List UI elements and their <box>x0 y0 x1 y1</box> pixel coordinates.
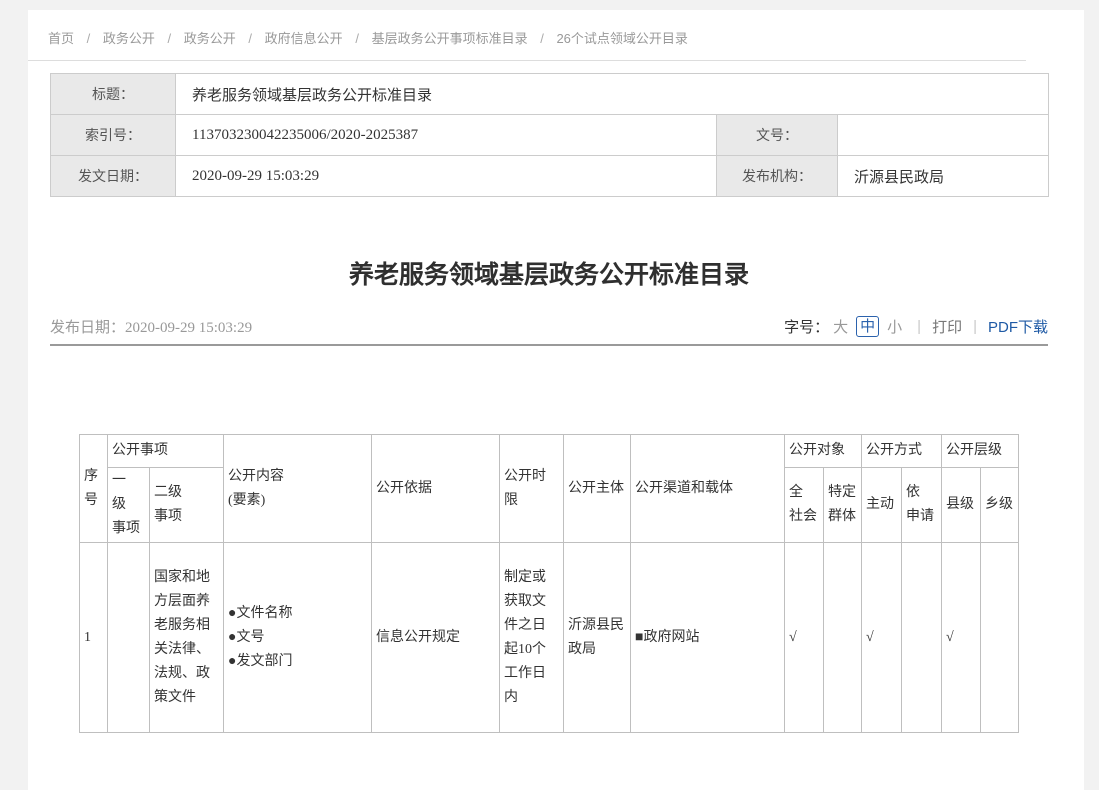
meta-value-docnum <box>838 115 1049 156</box>
col-header-item-group: 公开事项 <box>108 435 224 468</box>
cell-county: √ <box>942 543 981 733</box>
meta-label-index: 索引号： <box>51 115 176 156</box>
breadcrumb: 首页 / 政务公开 / 政务公开 / 政府信息公开 / 基层政务公开事项标准目录… <box>28 10 1026 61</box>
pdf-download-link[interactable]: PDF下载 <box>988 316 1048 337</box>
cell-level2: 国家和地方层面养老服务相关法律、法规、政策文件 <box>150 543 224 733</box>
meta-row-date: 发文日期： 2020-09-29 15:03:29 发布机构： 沂源县民政局 <box>51 156 1049 197</box>
meta-label-docnum: 文号： <box>717 115 838 156</box>
col-header-proactive: 主动 <box>862 468 902 543</box>
publish-date: 发布日期：2020-09-29 15:03:29 <box>50 316 252 337</box>
font-size-label: 字号： <box>784 316 829 337</box>
cell-on-request <box>902 543 942 733</box>
col-header-township: 乡级 <box>981 468 1019 543</box>
col-header-on-request: 依 申请 <box>902 468 942 543</box>
breadcrumb-link-pilot-catalog[interactable]: 26个试点领域公开目录 <box>556 31 687 46</box>
col-header-subject: 公开主体 <box>564 435 631 543</box>
font-size-small-button[interactable]: 小 <box>887 316 902 337</box>
meta-value-agency: 沂源县民政局 <box>838 156 1049 197</box>
breadcrumb-link-info-disclosure[interactable]: 政府信息公开 <box>265 31 343 46</box>
meta-label-agency: 发布机构： <box>717 156 838 197</box>
cell-proactive: √ <box>862 543 902 733</box>
cell-all-society: √ <box>785 543 824 733</box>
breadcrumb-link-home[interactable]: 首页 <box>48 31 74 46</box>
col-header-content: 公开内容 (要素) <box>224 435 372 543</box>
cell-specific-group <box>824 543 862 733</box>
col-header-channel: 公开渠道和载体 <box>631 435 785 543</box>
meta-row-title: 标题： 养老服务领域基层政务公开标准目录 <box>51 74 1049 115</box>
col-header-specific-group: 特定 群体 <box>824 468 862 543</box>
cell-time-limit: 制定或获取文件之日起10个工作日内 <box>500 543 564 733</box>
breadcrumb-separator: / <box>540 31 544 46</box>
breadcrumb-separator: / <box>87 31 91 46</box>
col-header-basis: 公开依据 <box>372 435 500 543</box>
meta-label-title: 标题： <box>51 74 176 115</box>
toolbar-divider: | <box>917 318 921 335</box>
col-header-method-group: 公开方式 <box>862 435 942 468</box>
col-header-level1: 一 级 事项 <box>108 468 150 543</box>
toolbar-divider: | <box>973 318 977 335</box>
cell-channel: ■政府网站 <box>631 543 785 733</box>
col-header-level-group: 公开层级 <box>942 435 1019 468</box>
font-size-medium-button[interactable]: 中 <box>856 316 879 337</box>
breadcrumb-separator: / <box>248 31 252 46</box>
meta-row-index: 索引号： 113703230042235006/2020-2025387 文号： <box>51 115 1049 156</box>
article-toolbar: 字号： 大 中 小 | 打印 | PDF下载 <box>784 316 1048 337</box>
meta-value-date: 2020-09-29 15:03:29 <box>176 156 717 197</box>
meta-value-title: 养老服务领域基层政务公开标准目录 <box>176 74 1049 115</box>
table-header-row-1: 序号 公开事项 公开内容 (要素) 公开依据 公开时 限 公开主体 公开渠道和载… <box>80 435 1019 468</box>
document-meta-table: 标题： 养老服务领域基层政务公开标准目录 索引号： 11370323004223… <box>50 73 1049 197</box>
standards-table: 序号 公开事项 公开内容 (要素) 公开依据 公开时 限 公开主体 公开渠道和载… <box>79 434 1019 733</box>
meta-label-date: 发文日期： <box>51 156 176 197</box>
col-header-seq: 序号 <box>80 435 108 543</box>
content-card: 首页 / 政务公开 / 政务公开 / 政府信息公开 / 基层政务公开事项标准目录… <box>28 10 1084 790</box>
breadcrumb-link-zhengwu-1[interactable]: 政务公开 <box>103 31 155 46</box>
col-header-all-society: 全 社会 <box>785 468 824 543</box>
col-header-time-limit: 公开时 限 <box>500 435 564 543</box>
font-size-large-button[interactable]: 大 <box>833 316 848 337</box>
cell-content: ●文件名称 ●文号 ●发文部门 <box>224 543 372 733</box>
publish-toolbar-row: 发布日期：2020-09-29 15:03:29 字号： 大 中 小 | 打印 … <box>50 324 1048 346</box>
cell-subject: 沂源县民政局 <box>564 543 631 733</box>
table-row: 1 国家和地方层面养老服务相关法律、法规、政策文件 ●文件名称 ●文号 ●发文部… <box>80 543 1019 733</box>
breadcrumb-link-zhengwu-2[interactable]: 政务公开 <box>184 31 236 46</box>
cell-basis: 信息公开规定 <box>372 543 500 733</box>
col-header-audience-group: 公开对象 <box>785 435 862 468</box>
meta-value-index: 113703230042235006/2020-2025387 <box>176 115 717 156</box>
print-button[interactable]: 打印 <box>932 316 962 337</box>
page-title: 养老服务领域基层政务公开标准目录 <box>50 259 1048 291</box>
col-header-level2: 二级 事项 <box>150 468 224 543</box>
cell-level1 <box>108 543 150 733</box>
breadcrumb-separator: / <box>168 31 172 46</box>
cell-seq: 1 <box>80 543 108 733</box>
breadcrumb-link-standard-catalog[interactable]: 基层政务公开事项标准目录 <box>372 31 528 46</box>
breadcrumb-separator: / <box>355 31 359 46</box>
cell-township <box>981 543 1019 733</box>
col-header-county: 县级 <box>942 468 981 543</box>
